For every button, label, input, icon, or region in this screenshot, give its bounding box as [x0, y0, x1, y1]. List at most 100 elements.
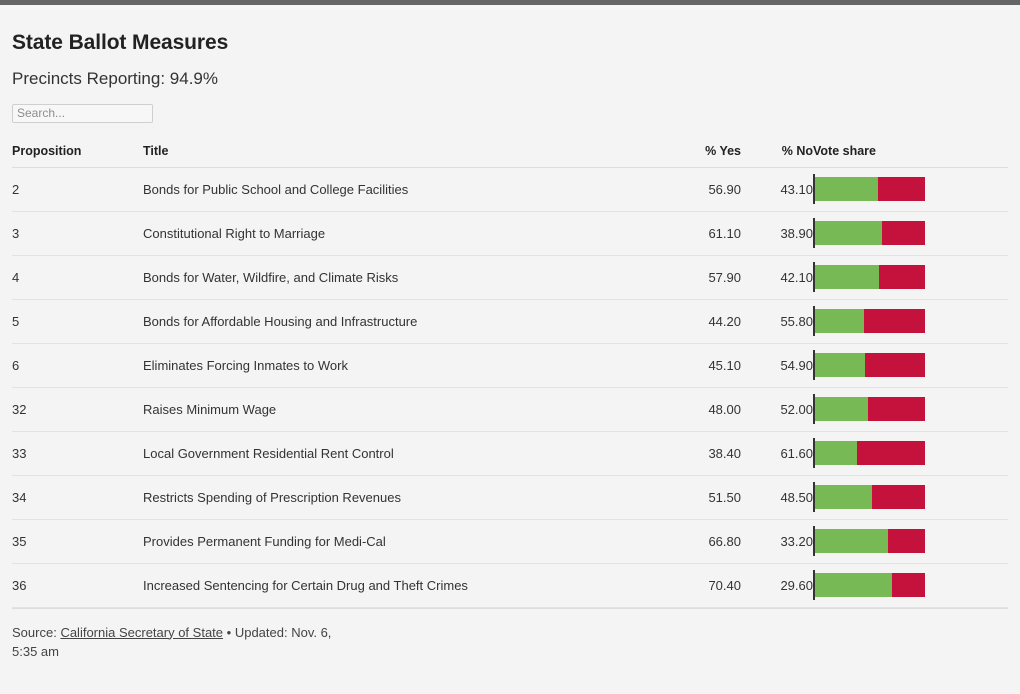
cell-proposition: 5 — [12, 299, 143, 344]
search-container — [12, 103, 1008, 123]
vote-share-no-segment — [882, 221, 925, 246]
cell-yes-pct: 48.00 — [667, 387, 741, 432]
cell-vote-share — [813, 167, 1008, 212]
cell-no-pct: 52.00 — [741, 387, 813, 432]
cell-proposition: 35 — [12, 519, 143, 564]
vote-share-yes-segment — [815, 397, 868, 422]
vote-share-no-segment — [892, 573, 925, 598]
vote-share-no-segment — [871, 485, 925, 510]
column-header-proposition[interactable]: Proposition — [12, 143, 143, 168]
cell-yes-pct: 61.10 — [667, 211, 741, 256]
vote-share-bar — [813, 306, 925, 337]
cell-proposition: 3 — [12, 211, 143, 256]
cell-proposition: 4 — [12, 255, 143, 300]
cell-title: Provides Permanent Funding for Medi-Cal — [143, 519, 667, 564]
cell-no-pct: 55.80 — [741, 299, 813, 344]
vote-share-yes-segment — [815, 309, 864, 334]
cell-no-pct: 33.20 — [741, 519, 813, 564]
cell-no-pct: 43.10 — [741, 167, 813, 212]
vote-share-track — [815, 573, 925, 598]
table-row[interactable]: 33 Local Government Residential Rent Cont… — [12, 431, 1008, 476]
cell-vote-share — [813, 387, 1008, 432]
vote-share-bar — [813, 526, 925, 557]
cell-vote-share — [813, 431, 1008, 476]
footer-note: Source: California Secretary of State • … — [12, 623, 352, 662]
cell-vote-share — [813, 255, 1008, 300]
table-row[interactable]: 5 Bonds for Affordable Housing and Infras… — [12, 299, 1008, 344]
cell-no-pct: 29.60 — [741, 563, 813, 608]
footer: Source: California Secretary of State • … — [12, 607, 1008, 662]
table-row[interactable]: 34 Restricts Spending of Prescription Rev… — [12, 475, 1008, 520]
cell-title: Eliminates Forcing Inmates to Work — [143, 343, 667, 388]
table-header-row: Proposition Title % Yes % No Vote share — [12, 143, 1008, 168]
cell-vote-share — [813, 299, 1008, 344]
vote-share-yes-segment — [815, 265, 879, 290]
vote-share-yes-segment — [815, 353, 865, 378]
cell-vote-share — [813, 343, 1008, 388]
precincts-reporting-subtitle: Precincts Reporting: 94.9% — [12, 69, 218, 89]
page-title: State Ballot Measures — [12, 31, 229, 54]
cell-no-pct: 54.90 — [741, 343, 813, 388]
table-row[interactable]: 6 Eliminates Forcing Inmates to Work 45.10… — [12, 343, 1008, 388]
table-row[interactable]: 2 Bonds for Public School and College Fac… — [12, 167, 1008, 212]
vote-share-bar — [813, 394, 925, 425]
source-label: Source: — [12, 624, 57, 640]
source-link[interactable]: California Secretary of State — [60, 625, 223, 640]
search-input[interactable] — [12, 103, 153, 123]
cell-proposition: 2 — [12, 167, 143, 212]
cell-yes-pct: 51.50 — [667, 475, 741, 520]
vote-share-no-segment — [877, 177, 925, 202]
vote-share-bar — [813, 174, 925, 205]
page-container: State Ballot Measures Precincts Reportin… — [0, 31, 1020, 662]
cell-no-pct: 48.50 — [741, 475, 813, 520]
cell-title: Restricts Spending of Prescription Reven… — [143, 475, 667, 520]
cell-title: Bonds for Affordable Housing and Infrast… — [143, 299, 667, 344]
vote-share-bar — [813, 438, 925, 469]
vote-share-bar — [813, 350, 925, 381]
vote-share-yes-segment — [815, 529, 889, 554]
vote-share-yes-segment — [815, 177, 878, 202]
column-header-vote-share[interactable]: Vote share — [813, 143, 1008, 168]
vote-share-track — [815, 265, 925, 290]
cell-yes-pct: 57.90 — [667, 255, 741, 300]
vote-share-no-segment — [888, 529, 925, 554]
vote-share-track — [815, 353, 925, 378]
table-header: Proposition Title % Yes % No Vote share — [12, 143, 1008, 168]
table-row[interactable]: 3 Constitutional Right to Marriage 61.10 38… — [12, 211, 1008, 256]
table-row[interactable]: 32 Raises Minimum Wage 48.00 52.00 — [12, 387, 1008, 432]
cell-yes-pct: 38.40 — [667, 431, 741, 476]
table-row[interactable]: 35 Provides Permanent Funding for Medi-Ca… — [12, 519, 1008, 564]
table-row[interactable]: 36 Increased Sentencing for Certain Drug … — [12, 563, 1008, 608]
vote-share-track — [815, 177, 925, 202]
cell-no-pct: 42.10 — [741, 255, 813, 300]
vote-share-track — [815, 221, 925, 246]
cell-yes-pct: 44.20 — [667, 299, 741, 344]
vote-share-no-segment — [864, 353, 925, 378]
cell-yes-pct: 56.90 — [667, 167, 741, 212]
footer-bullet: • — [226, 624, 232, 640]
cell-title: Bonds for Water, Wildfire, and Climate R… — [143, 255, 667, 300]
column-header-yes[interactable]: % Yes — [667, 143, 741, 168]
column-header-no[interactable]: % No — [741, 143, 813, 168]
vote-share-bar — [813, 262, 925, 293]
cell-title: Local Government Residential Rent Contro… — [143, 431, 667, 476]
vote-share-no-segment — [867, 397, 925, 422]
column-header-title[interactable]: Title — [143, 143, 667, 168]
vote-share-no-segment — [878, 265, 925, 290]
cell-vote-share — [813, 563, 1008, 608]
vote-share-no-segment — [863, 309, 925, 334]
vote-share-track — [815, 397, 925, 422]
vote-share-yes-segment — [815, 221, 883, 246]
cell-title: Bonds for Public School and College Faci… — [143, 167, 667, 212]
cell-title: Raises Minimum Wage — [143, 387, 667, 432]
cell-proposition: 6 — [12, 343, 143, 388]
cell-vote-share — [813, 519, 1008, 564]
cell-vote-share — [813, 475, 1008, 520]
vote-share-yes-segment — [815, 485, 872, 510]
cell-vote-share — [813, 211, 1008, 256]
ballot-measures-table: Proposition Title % Yes % No Vote share … — [12, 143, 1008, 608]
vote-share-bar — [813, 218, 925, 249]
table-row[interactable]: 4 Bonds for Water, Wildfire, and Climate … — [12, 255, 1008, 300]
cell-title: Increased Sentencing for Certain Drug an… — [143, 563, 667, 608]
cell-proposition: 34 — [12, 475, 143, 520]
